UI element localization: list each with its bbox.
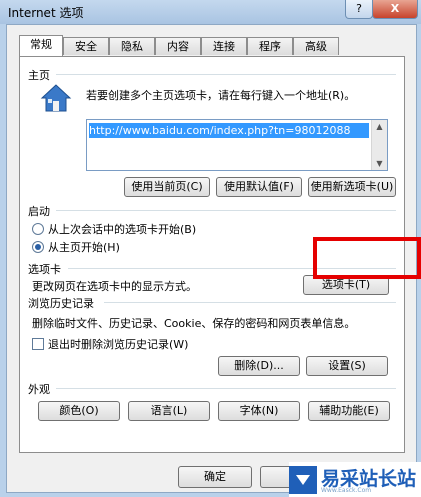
ok-button[interactable]: 确定 (178, 466, 252, 488)
watermark-url: Www.Easck.Com (321, 487, 372, 494)
home-icon (40, 83, 72, 113)
tab-programs[interactable]: 程序 (247, 37, 293, 55)
colors-button[interactable]: 颜色(O) (38, 401, 120, 421)
scroll-up-icon[interactable]: ▲ (372, 122, 387, 131)
home-url-textarea[interactable]: http://www.baidu.com/index.php?tn=980120… (86, 119, 388, 171)
title-bar: Internet 选项 ? X (0, 0, 421, 24)
watermark-logo: 易采站长站 Www.Easck.Com (289, 462, 421, 497)
window-title: Internet 选项 (8, 6, 84, 20)
use-current-button[interactable]: 使用当前页(C) (124, 177, 210, 197)
tabs-description: 更改网页在选项卡中的显示方式。 (32, 280, 197, 293)
startup-group-label: 启动 (28, 205, 50, 218)
help-button[interactable]: ? (345, 0, 373, 19)
startup-home-label: 从主页开始(H) (48, 241, 120, 254)
tab-content[interactable]: 内容 (155, 37, 201, 55)
fonts-button[interactable]: 字体(N) (218, 401, 300, 421)
use-default-button[interactable]: 使用默认值(F) (216, 177, 302, 197)
home-group-label: 主页 (28, 69, 50, 82)
delete-on-exit-checkbox[interactable] (32, 338, 44, 350)
tab-security[interactable]: 安全 (63, 37, 109, 55)
accessibility-button[interactable]: 辅助功能(E) (308, 401, 390, 421)
languages-button[interactable]: 语言(L) (128, 401, 210, 421)
appearance-group-label: 外观 (28, 383, 50, 396)
close-button[interactable]: X (372, 0, 418, 19)
delete-on-exit-label: 退出时删除浏览历史记录(W) (48, 338, 189, 351)
tab-connections[interactable]: 连接 (201, 37, 247, 55)
url-scrollbar[interactable]: ▲ ▼ (371, 120, 387, 170)
home-url-text: http://www.baidu.com/index.php?tn=980120… (89, 123, 369, 138)
delete-history-button[interactable]: 删除(D)... (218, 356, 300, 376)
startup-home-radio[interactable] (32, 241, 44, 253)
history-settings-button[interactable]: 设置(S) (306, 356, 388, 376)
history-divider (104, 302, 396, 303)
highlight-box (313, 237, 421, 279)
tab-advanced[interactable]: 高级 (293, 37, 339, 55)
startup-last-session-label: 从上次会话中的选项卡开始(B) (48, 223, 197, 236)
home-instruction: 若要创建多个主页选项卡，请在每行键入一个地址(R)。 (86, 89, 356, 102)
home-divider (56, 74, 396, 75)
appearance-divider (56, 388, 396, 389)
use-new-tab-button[interactable]: 使用新选项卡(U) (308, 177, 396, 197)
tab-privacy[interactable]: 隐私 (109, 37, 155, 55)
history-group-label: 浏览历史记录 (28, 297, 94, 310)
tabs-group-label: 选项卡 (28, 263, 61, 276)
startup-last-session-radio[interactable] (32, 223, 44, 235)
startup-divider (56, 210, 396, 211)
tab-general[interactable]: 常规 (19, 35, 63, 56)
history-description: 删除临时文件、历史记录、Cookie、保存的密码和网页表单信息。 (32, 317, 356, 330)
watermark-icon (289, 466, 317, 494)
scroll-down-icon[interactable]: ▼ (372, 159, 387, 168)
